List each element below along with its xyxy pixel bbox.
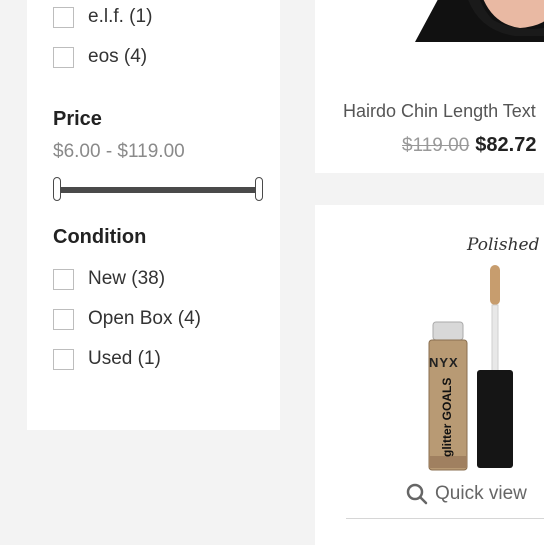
checkbox[interactable] bbox=[53, 348, 74, 370]
product-card[interactable]: Polished P NYX glitter GOALS Quick view bbox=[315, 205, 544, 545]
filter-brand-elf[interactable]: e.l.f. (1) bbox=[53, 5, 152, 29]
product-image[interactable] bbox=[315, 0, 544, 50]
slider-track bbox=[57, 187, 259, 193]
quick-view-button[interactable]: Quick view bbox=[405, 482, 527, 506]
product-image-caption: Polished P bbox=[467, 235, 544, 255]
sale-price: $82.72 bbox=[475, 134, 537, 156]
product-card[interactable]: Hairdo Chin Length Text $119.00 $82.72 bbox=[315, 0, 544, 173]
product-image[interactable] bbox=[415, 260, 544, 485]
condition-heading: Condition bbox=[53, 226, 147, 248]
filter-condition-open-box[interactable]: Open Box (4) bbox=[53, 307, 201, 331]
slider-min-handle[interactable] bbox=[53, 177, 61, 201]
filter-label: Open Box (4) bbox=[88, 308, 201, 329]
filter-brand-eos[interactable]: eos (4) bbox=[53, 45, 147, 69]
filter-label: e.l.f. (1) bbox=[88, 6, 153, 27]
filter-label: New (38) bbox=[88, 268, 166, 289]
old-price: $119.00 bbox=[402, 135, 470, 156]
price-slider[interactable] bbox=[53, 176, 263, 204]
product-price: $119.00 $82.72 bbox=[402, 134, 536, 157]
checkbox[interactable] bbox=[53, 268, 74, 290]
checkbox[interactable] bbox=[53, 308, 74, 330]
filter-label: eos (4) bbox=[88, 46, 148, 67]
quick-view-label: Quick view bbox=[435, 483, 527, 504]
search-icon bbox=[406, 483, 428, 505]
filter-condition-new[interactable]: New (38) bbox=[53, 267, 165, 291]
price-range-label: $6.00 - $119.00 bbox=[53, 141, 185, 162]
divider bbox=[346, 518, 544, 519]
checkbox[interactable] bbox=[53, 6, 74, 28]
checkbox[interactable] bbox=[53, 46, 74, 68]
price-heading: Price bbox=[53, 108, 102, 130]
filter-label: Used (1) bbox=[88, 348, 161, 369]
filter-sidebar: e.l.f. (1) eos (4) Price $6.00 - $119.00… bbox=[27, 0, 280, 430]
filter-condition-used[interactable]: Used (1) bbox=[53, 347, 161, 371]
product-tube-label: glitter GOALS bbox=[440, 377, 454, 457]
product-name[interactable]: Hairdo Chin Length Text bbox=[343, 101, 536, 122]
slider-max-handle[interactable] bbox=[255, 177, 263, 201]
